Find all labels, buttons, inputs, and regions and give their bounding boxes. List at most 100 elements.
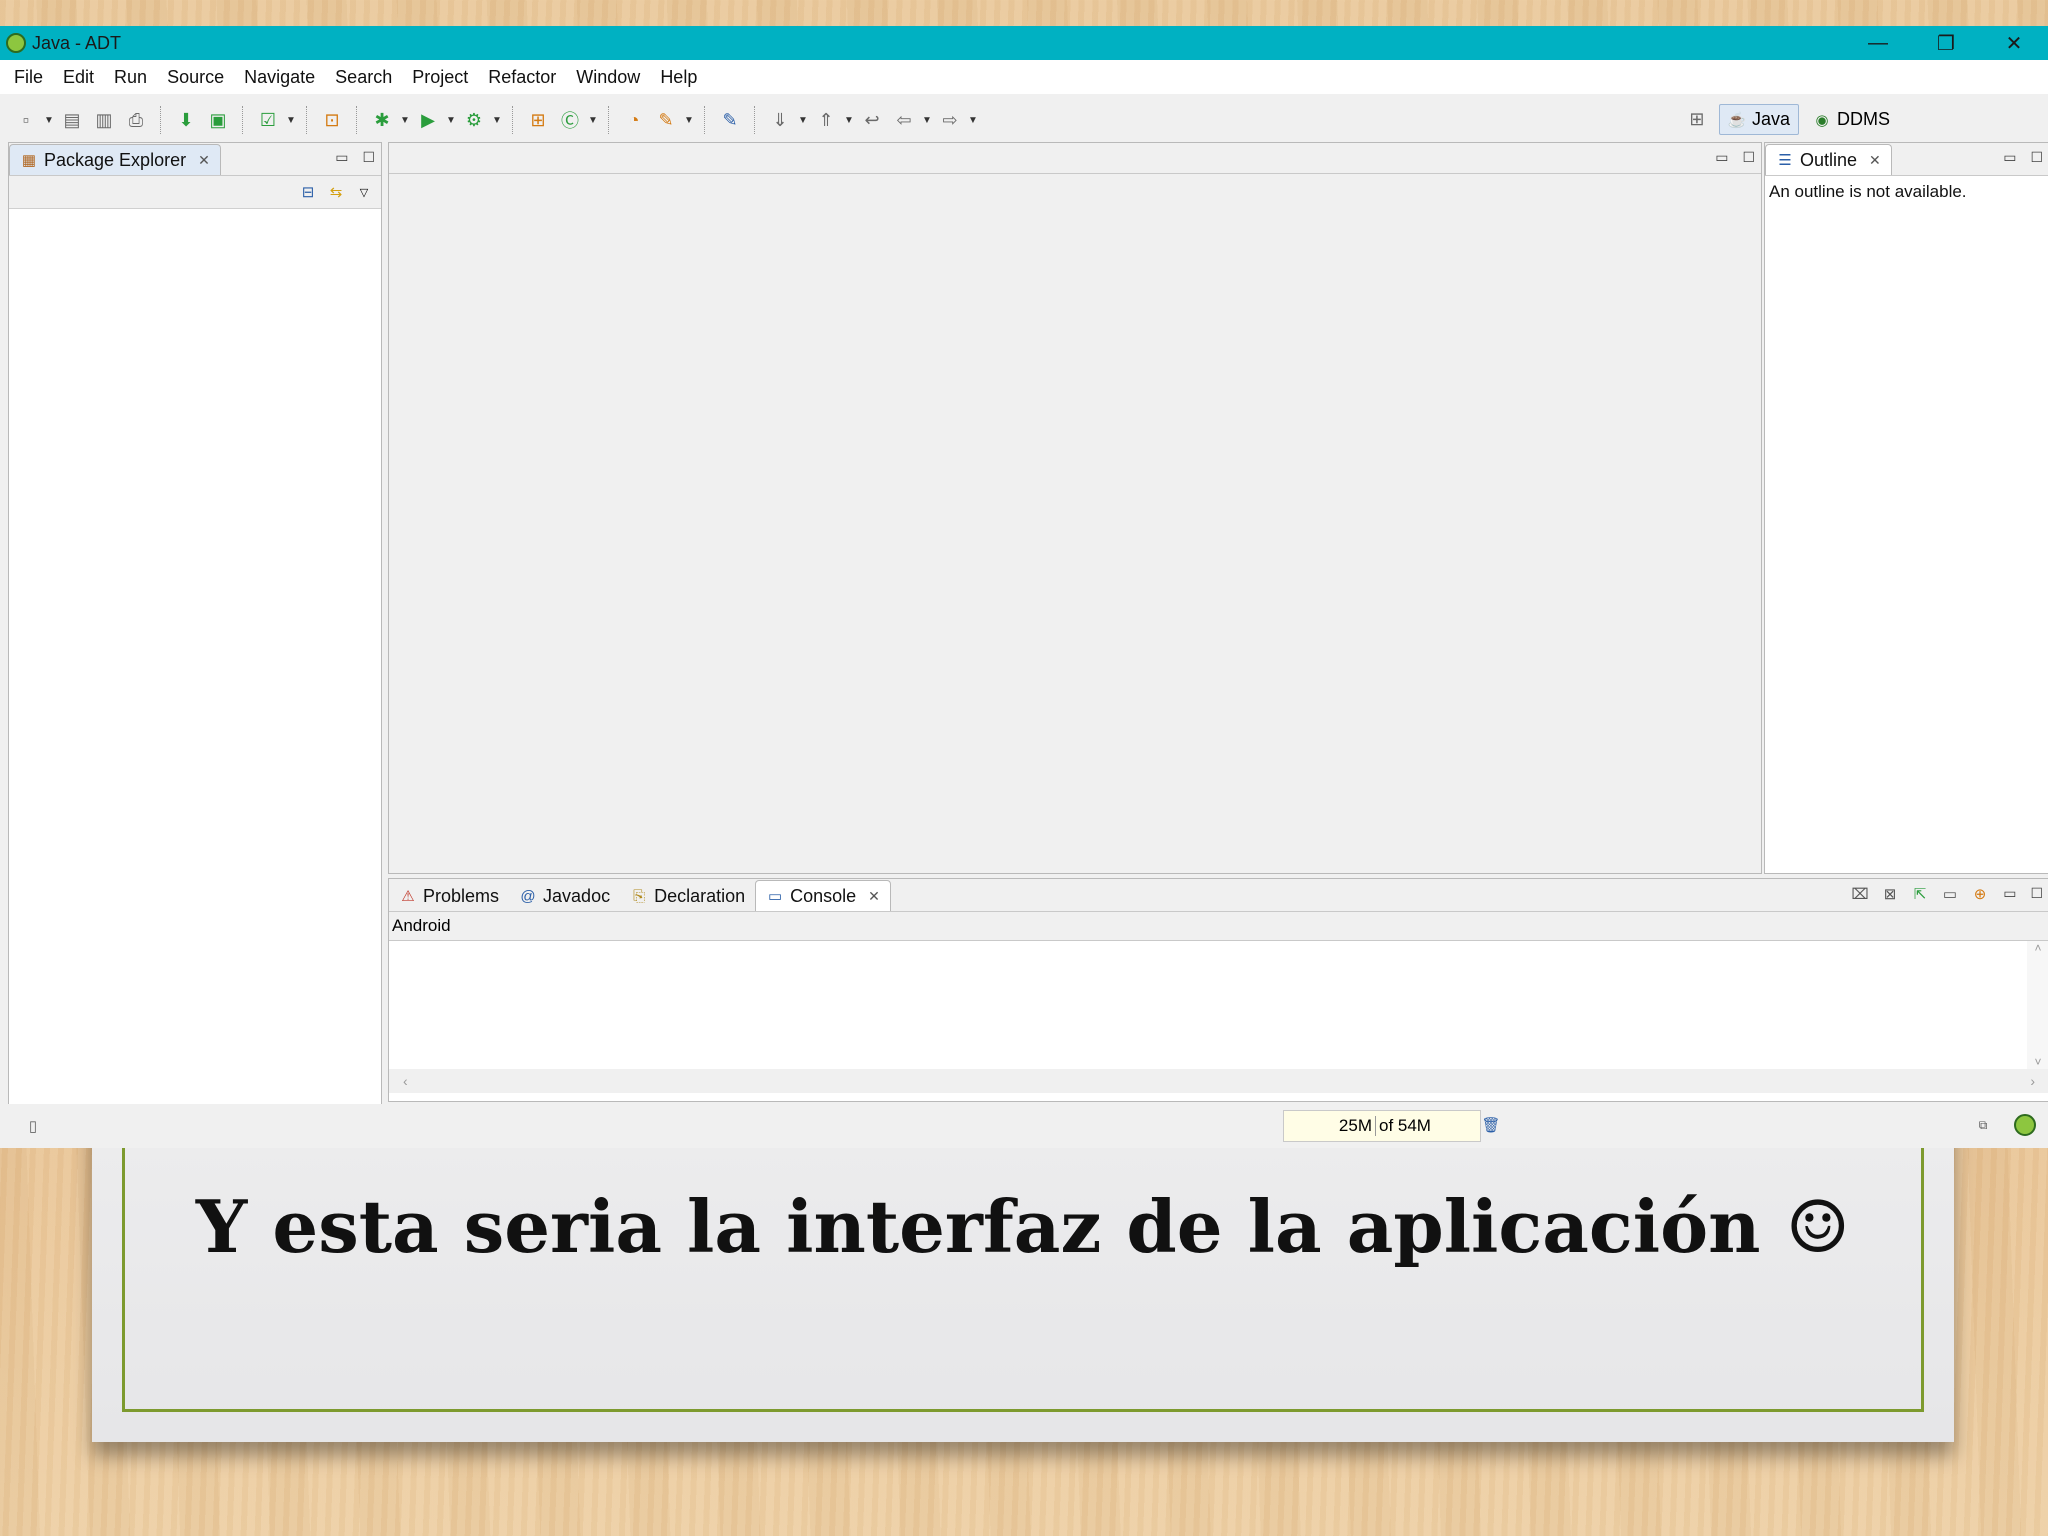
perspective-java[interactable]: ☕ Java xyxy=(1718,104,1799,135)
back-icon[interactable]: ⇦ xyxy=(890,106,918,134)
tab-outline[interactable]: ☰ Outline ✕ xyxy=(1765,144,1892,175)
adt-app-icon xyxy=(6,33,26,53)
console-output[interactable]: ˄ ˅ xyxy=(389,941,2048,1069)
console-toolbar: ⌧ ⊠ ⇱ ▭ ⊕ xyxy=(1851,885,1989,903)
maximize-view-icon[interactable]: ☐ xyxy=(2030,885,2043,902)
horizontal-scrollbar[interactable]: ‹ › xyxy=(389,1069,2048,1093)
minimize-view-icon[interactable]: ▭ xyxy=(2003,885,2016,902)
title-bar: Java - ADT — ❐ ✕ xyxy=(0,26,2048,60)
run-dropdown-icon[interactable]: ▼ xyxy=(444,115,458,126)
open-perspective-icon[interactable]: ⊞ xyxy=(1683,106,1711,134)
menu-edit[interactable]: Edit xyxy=(53,67,104,88)
new-icon[interactable]: ▫ xyxy=(12,106,40,134)
pin-console-icon[interactable]: ⇱ xyxy=(1911,885,1929,903)
tab-declaration-label: Declaration xyxy=(654,885,746,906)
new-java-package-icon[interactable]: ⊞ xyxy=(524,106,552,134)
scroll-left-icon[interactable]: ‹ xyxy=(403,1073,408,1089)
tab-package-explorer[interactable]: ▦ Package Explorer ✕ xyxy=(9,144,221,175)
tab-console[interactable]: ▭ Console ✕ xyxy=(755,880,891,911)
print-icon[interactable]: ⎙ xyxy=(122,106,150,134)
forward-dropdown-icon[interactable]: ▼ xyxy=(966,115,980,126)
next-annotation-dropdown-icon[interactable]: ▼ xyxy=(796,115,810,126)
menu-search[interactable]: Search xyxy=(325,67,402,88)
lint-dropdown-icon[interactable]: ▼ xyxy=(284,115,298,126)
maximize-editor-icon[interactable]: ☐ xyxy=(1742,149,1755,166)
tab-javadoc[interactable]: @ Javadoc xyxy=(509,881,620,911)
heap-total: of 54M xyxy=(1379,1116,1431,1135)
minimize-view-icon[interactable]: ▭ xyxy=(2003,149,2016,166)
toolbar-separator xyxy=(512,106,514,134)
close-tab-icon[interactable]: ✕ xyxy=(868,888,880,905)
restore-trim-icon[interactable]: ⧉ xyxy=(1974,1116,1992,1134)
fast-view-icon[interactable]: ▯ xyxy=(24,1117,42,1135)
clear-console-icon[interactable]: ⌧ xyxy=(1851,885,1869,903)
bottom-tabrow: ⚠ Problems @ Javadoc ⎘ Declaration ▭ Con… xyxy=(389,879,2048,912)
menu-help[interactable]: Help xyxy=(650,67,707,88)
external-tools-icon[interactable]: ⚙ xyxy=(460,106,488,134)
collapse-all-icon[interactable]: ⊟ xyxy=(299,183,317,201)
new-dropdown-icon[interactable]: ▼ xyxy=(42,115,56,126)
menu-refactor[interactable]: Refactor xyxy=(478,67,566,88)
menu-run[interactable]: Run xyxy=(104,67,157,88)
scroll-lock-icon[interactable]: ⊠ xyxy=(1881,885,1899,903)
scroll-down-icon[interactable]: ˅ xyxy=(2034,1055,2041,1069)
open-type-icon[interactable]: ◔ xyxy=(620,106,648,134)
tab-declaration[interactable]: ⎘ Declaration xyxy=(620,881,755,911)
package-explorer-panel: ▦ Package Explorer ✕ ▭ ☐ ⊟ ⇆ ▽ xyxy=(8,142,382,1106)
package-explorer-tree[interactable] xyxy=(9,209,381,1099)
view-menu-icon[interactable]: ▽ xyxy=(355,183,373,201)
display-console-icon[interactable]: ▭ xyxy=(1941,885,1959,903)
menu-window[interactable]: Window xyxy=(566,67,650,88)
toolbar-separator xyxy=(754,106,756,134)
outline-tabrow: ☰ Outline ✕ ▭ ☐ xyxy=(1765,143,2048,176)
menu-file[interactable]: File xyxy=(4,67,53,88)
vertical-scrollbar[interactable]: ˄ ˅ xyxy=(2027,941,2048,1069)
new-class-dropdown-icon[interactable]: ▼ xyxy=(586,115,600,126)
ddms-perspective-icon: ◉ xyxy=(1815,111,1829,129)
scroll-up-icon[interactable]: ˄ xyxy=(2034,941,2041,955)
debug-icon[interactable]: ✱ xyxy=(368,106,396,134)
perspective-ddms[interactable]: ◉ DDMS xyxy=(1805,105,1898,134)
maximize-view-icon[interactable]: ☐ xyxy=(2030,149,2043,166)
garbage-collect-icon[interactable]: 🗑 xyxy=(1481,1116,1500,1134)
toggle-mark-occurrences-icon[interactable]: ✎ xyxy=(716,106,744,134)
android-status-icon[interactable] xyxy=(2014,1114,2036,1136)
minimize-editor-icon[interactable]: ▭ xyxy=(1715,149,1728,166)
menu-navigate[interactable]: Navigate xyxy=(234,67,325,88)
menu-source[interactable]: Source xyxy=(157,67,234,88)
debug-dropdown-icon[interactable]: ▼ xyxy=(398,115,412,126)
declaration-icon: ⎘ xyxy=(633,887,646,905)
perspective-switcher: ⊞ ☕ Java ◉ DDMS xyxy=(1681,104,1898,135)
forward-icon[interactable]: ⇨ xyxy=(936,106,964,134)
previous-annotation-dropdown-icon[interactable]: ▼ xyxy=(842,115,856,126)
avd-manager-icon[interactable]: ▣ xyxy=(204,106,232,134)
tab-problems[interactable]: ⚠ Problems xyxy=(389,881,509,911)
close-tab-icon[interactable]: ✕ xyxy=(198,152,210,169)
last-edit-location-icon[interactable]: ↩ xyxy=(858,106,886,134)
new-android-project-icon[interactable]: ⊡ xyxy=(318,106,346,134)
minimize-view-icon[interactable]: ▭ xyxy=(335,149,348,166)
search-icon[interactable]: ✎ xyxy=(652,106,680,134)
back-dropdown-icon[interactable]: ▼ xyxy=(920,115,934,126)
close-tab-icon[interactable]: ✕ xyxy=(1869,152,1881,169)
previous-annotation-icon[interactable]: ⇑ xyxy=(812,106,840,134)
lint-check-icon[interactable]: ☑ xyxy=(254,106,282,134)
next-annotation-icon[interactable]: ⇓ xyxy=(766,106,794,134)
external-tools-dropdown-icon[interactable]: ▼ xyxy=(490,115,504,126)
search-dropdown-icon[interactable]: ▼ xyxy=(682,115,696,126)
toolbar-separator xyxy=(242,106,244,134)
restore-button[interactable]: ❐ xyxy=(1912,26,1980,60)
minimize-button[interactable]: — xyxy=(1844,26,1912,60)
save-all-icon[interactable]: ▥ xyxy=(90,106,118,134)
run-icon[interactable]: ▶ xyxy=(414,106,442,134)
sdk-manager-icon[interactable]: ⬇ xyxy=(172,106,200,134)
menu-project[interactable]: Project xyxy=(402,67,478,88)
maximize-view-icon[interactable]: ☐ xyxy=(362,149,375,166)
scroll-right-icon[interactable]: › xyxy=(2030,1073,2035,1089)
console-header: Android xyxy=(389,912,2048,941)
link-with-editor-icon[interactable]: ⇆ xyxy=(327,183,345,201)
open-console-icon[interactable]: ⊕ xyxy=(1971,885,1989,903)
save-icon[interactable]: ▤ xyxy=(58,106,86,134)
new-java-class-icon[interactable]: Ⓒ xyxy=(556,106,584,134)
close-button[interactable]: ✕ xyxy=(1980,26,2048,60)
